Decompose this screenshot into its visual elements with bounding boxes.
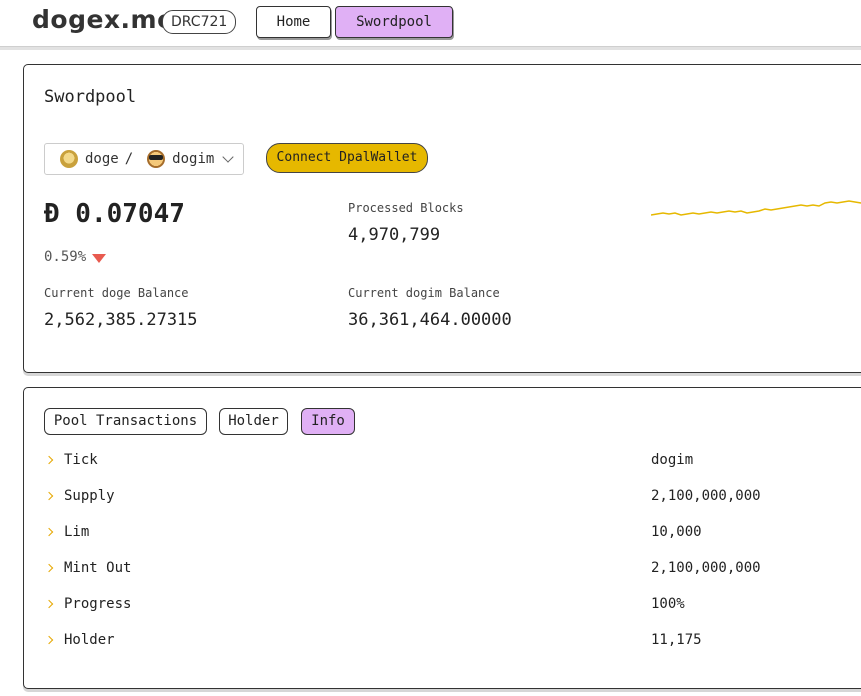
info-row-tick[interactable]: Tick dogim <box>44 452 861 472</box>
chevron-right-icon <box>44 635 54 645</box>
nav-home-button[interactable]: Home <box>256 6 331 38</box>
doge-balance-label: Current doge Balance <box>44 286 189 300</box>
info-value: dogim <box>651 452 694 468</box>
doge-coin-icon <box>60 150 78 168</box>
dogim-balance-value: 36,361,464.00000 <box>348 310 512 330</box>
info-key: Holder <box>64 632 115 648</box>
info-value: 100% <box>651 596 685 612</box>
info-key: Supply <box>64 488 115 504</box>
info-value: 11,175 <box>651 632 702 648</box>
tab-pool-transactions[interactable]: Pool Transactions <box>44 408 207 435</box>
pair-separator: / <box>124 151 134 167</box>
chevron-right-icon <box>44 491 54 501</box>
site-logo[interactable]: dogex.me <box>32 5 175 34</box>
info-row-progress[interactable]: Progress 100% <box>44 596 861 616</box>
nav-swordpool-button[interactable]: Swordpool <box>335 6 453 38</box>
info-key: Tick <box>64 452 98 468</box>
dogim-balance-label: Current dogim Balance <box>348 286 500 300</box>
pair-base-label: doge <box>85 151 119 167</box>
down-triangle-icon <box>92 253 107 263</box>
page-title: Swordpool <box>44 87 137 107</box>
chevron-right-icon <box>44 527 54 537</box>
drc721-badge[interactable]: DRC721 <box>162 10 237 34</box>
info-row-holder[interactable]: Holder 11,175 <box>44 632 861 652</box>
info-key: Lim <box>64 524 90 540</box>
chevron-right-icon <box>44 563 54 573</box>
price-sparkline <box>651 200 861 216</box>
pair-quote-label: dogim <box>172 151 215 167</box>
tab-holder[interactable]: Holder <box>219 408 288 435</box>
pool-summary-card: Swordpool doge / dogim Connect DpalWalle… <box>23 64 861 373</box>
dogim-coin-icon <box>147 150 166 168</box>
doge-balance-value: 2,562,385.27315 <box>44 310 198 330</box>
info-row-lim[interactable]: Lim 10,000 <box>44 524 861 544</box>
tab-info[interactable]: Info <box>301 408 355 435</box>
price-change-value: 0.59% <box>44 249 87 265</box>
chevron-down-icon <box>222 151 234 163</box>
info-key: Mint Out <box>64 560 132 576</box>
info-row-supply[interactable]: Supply 2,100,000,000 <box>44 488 861 508</box>
header-divider <box>0 46 861 50</box>
chevron-right-icon <box>44 455 54 465</box>
info-value: 2,100,000,000 <box>651 488 761 504</box>
pool-details-card: Pool Transactions Holder Info Tick dogim… <box>23 387 861 689</box>
info-value: 10,000 <box>651 524 702 540</box>
pair-selector[interactable]: doge / dogim <box>44 143 244 175</box>
info-row-mint-out[interactable]: Mint Out 2,100,000,000 <box>44 560 861 580</box>
info-key: Progress <box>64 596 132 612</box>
sparkline-series <box>651 200 861 216</box>
chevron-right-icon <box>44 599 54 609</box>
processed-blocks-value: 4,970,799 <box>348 225 441 245</box>
top-header: dogex.me DRC721 Home Swordpool <box>0 0 861 46</box>
info-value: 2,100,000,000 <box>651 560 761 576</box>
connect-wallet-button[interactable]: Connect DpalWallet <box>266 143 428 173</box>
processed-blocks-label: Processed Blocks <box>348 201 464 215</box>
price-value: Đ 0.07047 <box>44 199 185 229</box>
price-change: 0.59% <box>44 249 107 265</box>
